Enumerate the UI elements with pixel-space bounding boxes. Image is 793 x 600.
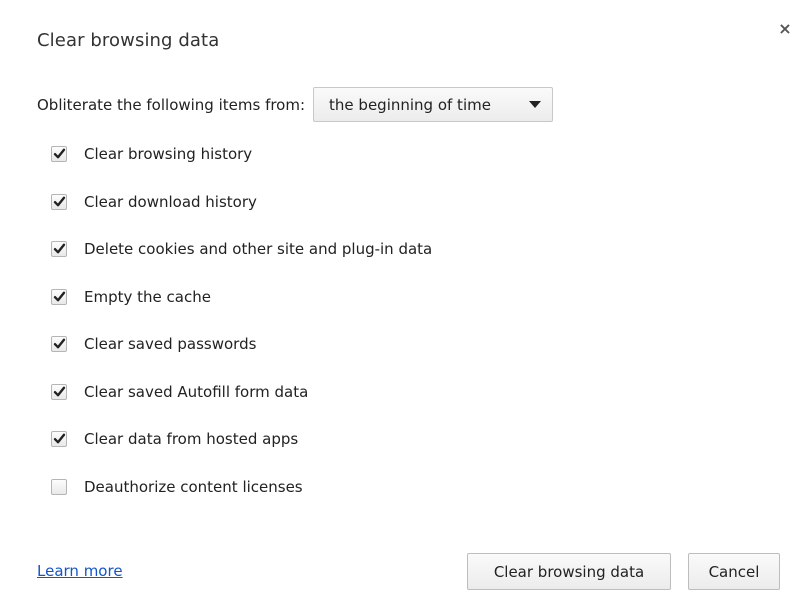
checkbox[interactable] xyxy=(51,431,67,447)
time-range-select[interactable]: the beginning of time xyxy=(313,87,554,122)
checkmark-icon xyxy=(53,243,66,254)
checkbox[interactable] xyxy=(51,478,67,495)
checkbox[interactable] xyxy=(51,146,67,162)
checkmark-icon xyxy=(53,148,66,159)
close-icon: × xyxy=(778,20,792,38)
checkmark-icon xyxy=(53,196,66,206)
option-delete-cookies[interactable]: Delete cookies and other site and plug-i… xyxy=(51,237,432,261)
time-range-row: Obliterate the following items from: the… xyxy=(37,87,554,122)
close-button[interactable]: × xyxy=(777,20,793,38)
option-clear-browsing-history[interactable]: Clear browsing history xyxy=(51,142,432,166)
learn-more-link[interactable]: Learn more xyxy=(37,562,123,580)
checkbox[interactable] xyxy=(51,383,67,400)
dialog-title: Clear browsing data xyxy=(37,30,220,51)
option-label: Clear browsing history xyxy=(84,145,253,163)
option-clear-hosted-apps-data[interactable]: Clear data from hosted apps xyxy=(51,427,432,451)
time-range-value: the beginning of time xyxy=(329,95,491,114)
checkmark-icon xyxy=(53,433,66,444)
option-clear-saved-passwords[interactable]: Clear saved passwords xyxy=(51,332,432,356)
options-list: Clear browsing history Clear download hi… xyxy=(51,142,432,522)
option-label: Empty the cache xyxy=(84,287,211,306)
option-clear-download-history[interactable]: Clear download history xyxy=(51,190,432,214)
checkmark-icon xyxy=(53,291,66,301)
checkbox[interactable] xyxy=(51,288,67,305)
option-label: Clear download history xyxy=(84,192,257,211)
option-label: Clear saved Autofill form data xyxy=(84,382,309,401)
cancel-button[interactable]: Cancel xyxy=(688,553,780,590)
option-deauthorize-licenses[interactable]: Deauthorize content licenses xyxy=(51,475,432,499)
chevron-down-icon xyxy=(529,101,542,108)
checkmark-icon xyxy=(53,338,66,349)
option-label: Clear data from hosted apps xyxy=(84,430,299,448)
option-label: Clear saved passwords xyxy=(84,335,257,353)
option-label: Delete cookies and other site and plug-i… xyxy=(84,240,433,258)
time-range-label: Obliterate the following items from: xyxy=(37,95,306,114)
checkbox[interactable] xyxy=(51,241,67,257)
checkmark-icon xyxy=(53,386,66,396)
clear-browsing-data-dialog: Clear browsing data × Obliterate the fol… xyxy=(0,0,793,600)
checkbox[interactable] xyxy=(51,193,67,210)
option-label: Deauthorize content licenses xyxy=(84,477,303,496)
checkbox[interactable] xyxy=(51,336,67,352)
option-empty-cache[interactable]: Empty the cache xyxy=(51,285,432,309)
option-clear-autofill-data[interactable]: Clear saved Autofill form data xyxy=(51,380,432,404)
clear-browsing-data-button[interactable]: Clear browsing data xyxy=(467,553,671,590)
